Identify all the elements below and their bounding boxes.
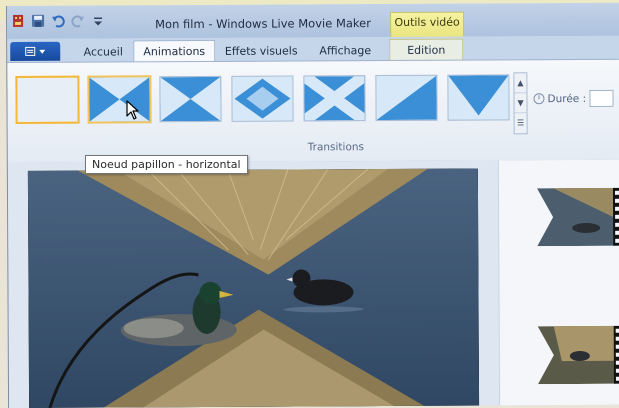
tab-accueil[interactable]: Accueil <box>69 42 137 61</box>
save-icon[interactable] <box>31 14 45 28</box>
quick-access-toolbar <box>11 13 105 28</box>
tab-edition[interactable]: Edition <box>389 38 464 61</box>
transition-none[interactable] <box>15 75 80 124</box>
video-preview <box>27 168 480 408</box>
file-menu-button[interactable] <box>10 41 61 61</box>
filmstrip-edge <box>613 325 619 384</box>
window-title: Mon film - Windows Live Movie Maker <box>155 16 371 32</box>
workspace <box>7 159 619 408</box>
movie-maker-icon[interactable] <box>11 14 25 28</box>
tab-affichage[interactable]: Affichage <box>307 41 383 60</box>
diagonal-icon <box>376 75 437 121</box>
storyboard-panel <box>497 159 619 406</box>
context-tab-video-tools: Outils vidéo <box>390 11 465 39</box>
bowtie-vertical-icon <box>160 76 221 122</box>
diamond-icon <box>232 76 293 121</box>
ribbon-tabs: Accueil Animations Effets visuels Affich… <box>7 35 619 63</box>
transition-chevron[interactable] <box>447 74 510 121</box>
movie-maker-window: Mon film - Windows Live Movie Maker Outi… <box>6 2 619 408</box>
gallery-scrollbar[interactable]: ▲ ▼ ☰ <box>513 72 528 135</box>
filmstrip-edge <box>612 187 619 246</box>
duration-input[interactable] <box>589 89 614 107</box>
transition-diamond[interactable] <box>231 75 294 122</box>
chevron-up-icon[interactable]: ▲ <box>514 73 527 94</box>
clip-thumbnail <box>531 325 619 385</box>
mouse-pointer-icon <box>126 100 139 120</box>
title-bar: Mon film - Windows Live Movie Maker <box>6 2 619 39</box>
gallery-expand-icon[interactable]: ☰ <box>515 113 527 132</box>
clip-thumbnail <box>530 187 619 247</box>
undo-icon[interactable] <box>51 14 65 28</box>
storyboard-clip[interactable] <box>530 187 619 247</box>
transition-bowtie-vertical[interactable] <box>159 75 222 123</box>
clock-icon <box>533 93 545 105</box>
cross-icon <box>304 76 365 121</box>
menu-icon <box>25 46 36 56</box>
transition-tooltip: Noeud papillon - horizontal <box>85 155 248 174</box>
chevron-down-icon[interactable]: ▼ <box>514 93 527 114</box>
transition-cross[interactable] <box>303 75 366 122</box>
ribbon-panel: ▲ ▼ ☰ Durée : Transitions <box>7 58 619 164</box>
storyboard-clip[interactable] <box>531 325 619 385</box>
bowtie-horizontal-icon <box>89 77 150 122</box>
blank-preview-icon <box>17 77 78 122</box>
transition-bowtie-horizontal[interactable] <box>87 75 152 124</box>
tab-effets-visuels[interactable]: Effets visuels <box>217 41 305 60</box>
preview-frame <box>27 168 480 408</box>
redo-icon[interactable] <box>71 14 85 28</box>
transition-diagonal[interactable] <box>375 74 438 122</box>
qat-customize-icon[interactable] <box>91 13 105 27</box>
chevron-down-icon <box>39 49 46 54</box>
chevron-icon <box>448 75 509 120</box>
duration-label: Durée : <box>547 92 587 105</box>
tab-animations[interactable]: Animations <box>133 39 216 63</box>
group-label-transitions: Transitions <box>307 141 365 154</box>
duration-control: Durée : <box>533 89 614 107</box>
